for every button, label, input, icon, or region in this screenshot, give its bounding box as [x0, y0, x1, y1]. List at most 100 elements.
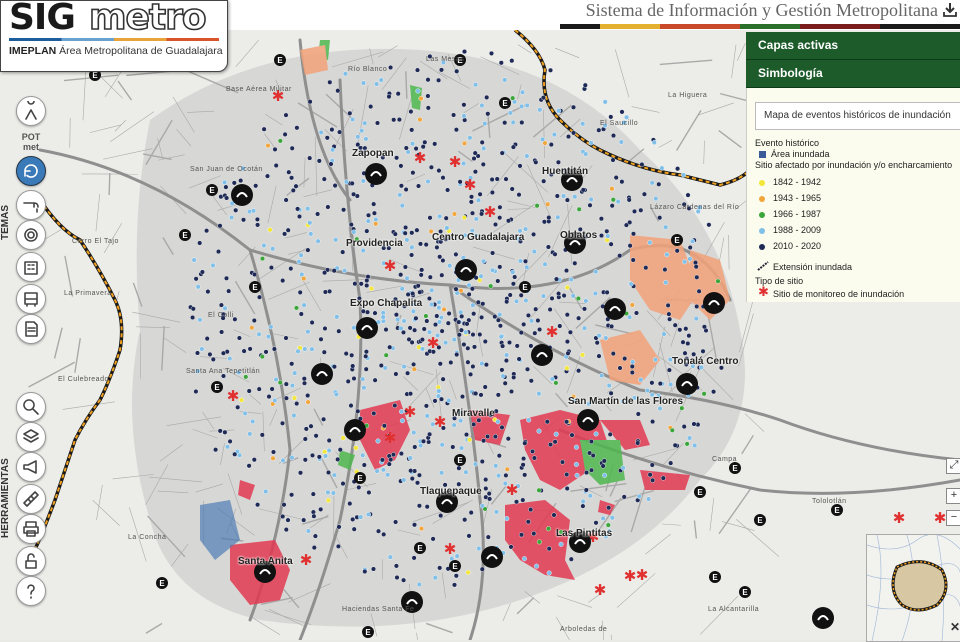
flood-site-point[interactable]: [693, 260, 698, 265]
flood-site-point[interactable]: [394, 156, 399, 161]
flood-site-point[interactable]: [695, 275, 700, 280]
monitoring-site-marker[interactable]: ✱: [636, 566, 649, 584]
flood-site-point[interactable]: [597, 128, 602, 133]
flood-site-point[interactable]: [650, 463, 655, 468]
flood-site-point[interactable]: [388, 457, 393, 462]
flood-site-point[interactable]: [648, 240, 653, 245]
flood-site-point[interactable]: [611, 158, 616, 163]
flood-site-point[interactable]: [335, 457, 340, 462]
flood-site-point[interactable]: [415, 481, 420, 486]
flood-site-point[interactable]: [500, 344, 505, 349]
flood-site-point[interactable]: [605, 229, 610, 234]
flood-site-point[interactable]: [550, 377, 555, 382]
building-tool-button[interactable]: [16, 252, 46, 282]
flood-site-point[interactable]: [365, 229, 370, 234]
flood-site-point[interactable]: [630, 370, 635, 375]
flood-site-point[interactable]: [571, 294, 576, 299]
flood-site-point[interactable]: [435, 245, 440, 250]
flood-site-point[interactable]: [352, 376, 357, 381]
flood-site-point[interactable]: [379, 363, 384, 368]
flood-site-point[interactable]: [393, 232, 398, 237]
flood-site-point[interactable]: [529, 319, 534, 324]
flood-site-point[interactable]: [332, 364, 337, 369]
flood-site-point[interactable]: [498, 205, 503, 210]
flood-site-point[interactable]: [290, 383, 295, 388]
flood-site-point[interactable]: [375, 121, 380, 126]
flood-site-point[interactable]: [273, 398, 278, 403]
flood-site-point[interactable]: [510, 96, 515, 101]
flood-site-point[interactable]: [556, 215, 561, 220]
flood-site-point[interactable]: [521, 498, 526, 503]
flood-site-point[interactable]: [594, 521, 599, 526]
ruler-tool-button[interactable]: [16, 484, 46, 514]
flood-site-point[interactable]: [467, 534, 472, 539]
map-select[interactable]: Mapa de eventos históricos de inundación: [755, 102, 960, 130]
flood-site-point[interactable]: [310, 347, 315, 352]
flood-site-point[interactable]: [525, 154, 530, 159]
person-tool-button[interactable]: [16, 96, 46, 126]
flood-site-point[interactable]: [682, 260, 687, 265]
flood-site-point[interactable]: [384, 327, 389, 332]
potmet-button[interactable]: POT met: [18, 132, 44, 154]
flood-site-point[interactable]: [206, 289, 211, 294]
flood-site-point[interactable]: [632, 209, 637, 214]
flood-site-point[interactable]: [601, 516, 606, 521]
flood-site-point[interactable]: [480, 361, 485, 366]
flood-site-point[interactable]: [436, 78, 441, 83]
flood-site-point[interactable]: [511, 270, 516, 275]
flood-site-point[interactable]: [364, 367, 369, 372]
flood-site-point[interactable]: [399, 451, 404, 456]
flood-site-point[interactable]: [194, 389, 199, 394]
flood-site-point[interactable]: [620, 179, 625, 184]
flood-site-point[interactable]: [571, 105, 576, 110]
flood-site-point[interactable]: [554, 432, 559, 437]
flood-site-point[interactable]: [650, 419, 655, 424]
flood-site-point[interactable]: [508, 111, 513, 116]
flood-site-point[interactable]: [260, 354, 265, 359]
flood-site-point[interactable]: [523, 259, 528, 264]
flood-site-point[interactable]: [341, 208, 346, 213]
flood-site-point[interactable]: [584, 488, 589, 493]
flood-site-point[interactable]: [429, 288, 434, 293]
flood-site-point[interactable]: [425, 414, 430, 419]
flood-site-point[interactable]: [493, 222, 498, 227]
flood-site-point[interactable]: [306, 329, 311, 334]
flood-site-point[interactable]: [609, 115, 614, 120]
flood-site-point[interactable]: [484, 362, 489, 367]
flood-site-point[interactable]: [581, 504, 586, 509]
flood-site-point[interactable]: [420, 337, 425, 342]
flood-site-point[interactable]: [340, 250, 345, 255]
flood-site-point[interactable]: [263, 489, 268, 494]
flood-site-point[interactable]: [297, 259, 302, 264]
flood-site-point[interactable]: [349, 403, 354, 408]
flood-site-point[interactable]: [323, 326, 328, 331]
flood-site-point[interactable]: [395, 575, 400, 580]
flood-site-point[interactable]: [371, 202, 376, 207]
flood-site-point[interactable]: [351, 192, 356, 197]
flood-site-point[interactable]: [327, 438, 332, 443]
flood-site-point[interactable]: [360, 377, 365, 382]
document-tool-button[interactable]: [16, 314, 46, 344]
flood-site-point[interactable]: [317, 455, 322, 460]
flood-site-point[interactable]: [520, 90, 525, 95]
flood-site-point[interactable]: [588, 203, 593, 208]
flood-site-point[interactable]: [564, 472, 569, 477]
flood-site-point[interactable]: [684, 326, 689, 331]
flood-site-point[interactable]: [471, 364, 476, 369]
flood-site-point[interactable]: [631, 258, 636, 263]
flood-site-point[interactable]: [327, 448, 332, 453]
flood-site-point[interactable]: [365, 310, 370, 315]
flood-site-point[interactable]: [394, 312, 399, 317]
flood-site-point[interactable]: [496, 393, 501, 398]
flood-site-point[interactable]: [509, 389, 514, 394]
flood-site-point[interactable]: [376, 439, 381, 444]
flood-site-point[interactable]: [361, 179, 366, 184]
flood-site-point[interactable]: [352, 325, 357, 330]
flood-site-point[interactable]: [589, 468, 594, 473]
flood-site-point[interactable]: [294, 401, 299, 406]
zoom-tool-button[interactable]: [16, 392, 46, 422]
flood-site-point[interactable]: [481, 259, 486, 264]
flood-site-point[interactable]: [308, 221, 313, 226]
flood-site-point[interactable]: [422, 327, 427, 332]
flood-site-point[interactable]: [609, 391, 614, 396]
